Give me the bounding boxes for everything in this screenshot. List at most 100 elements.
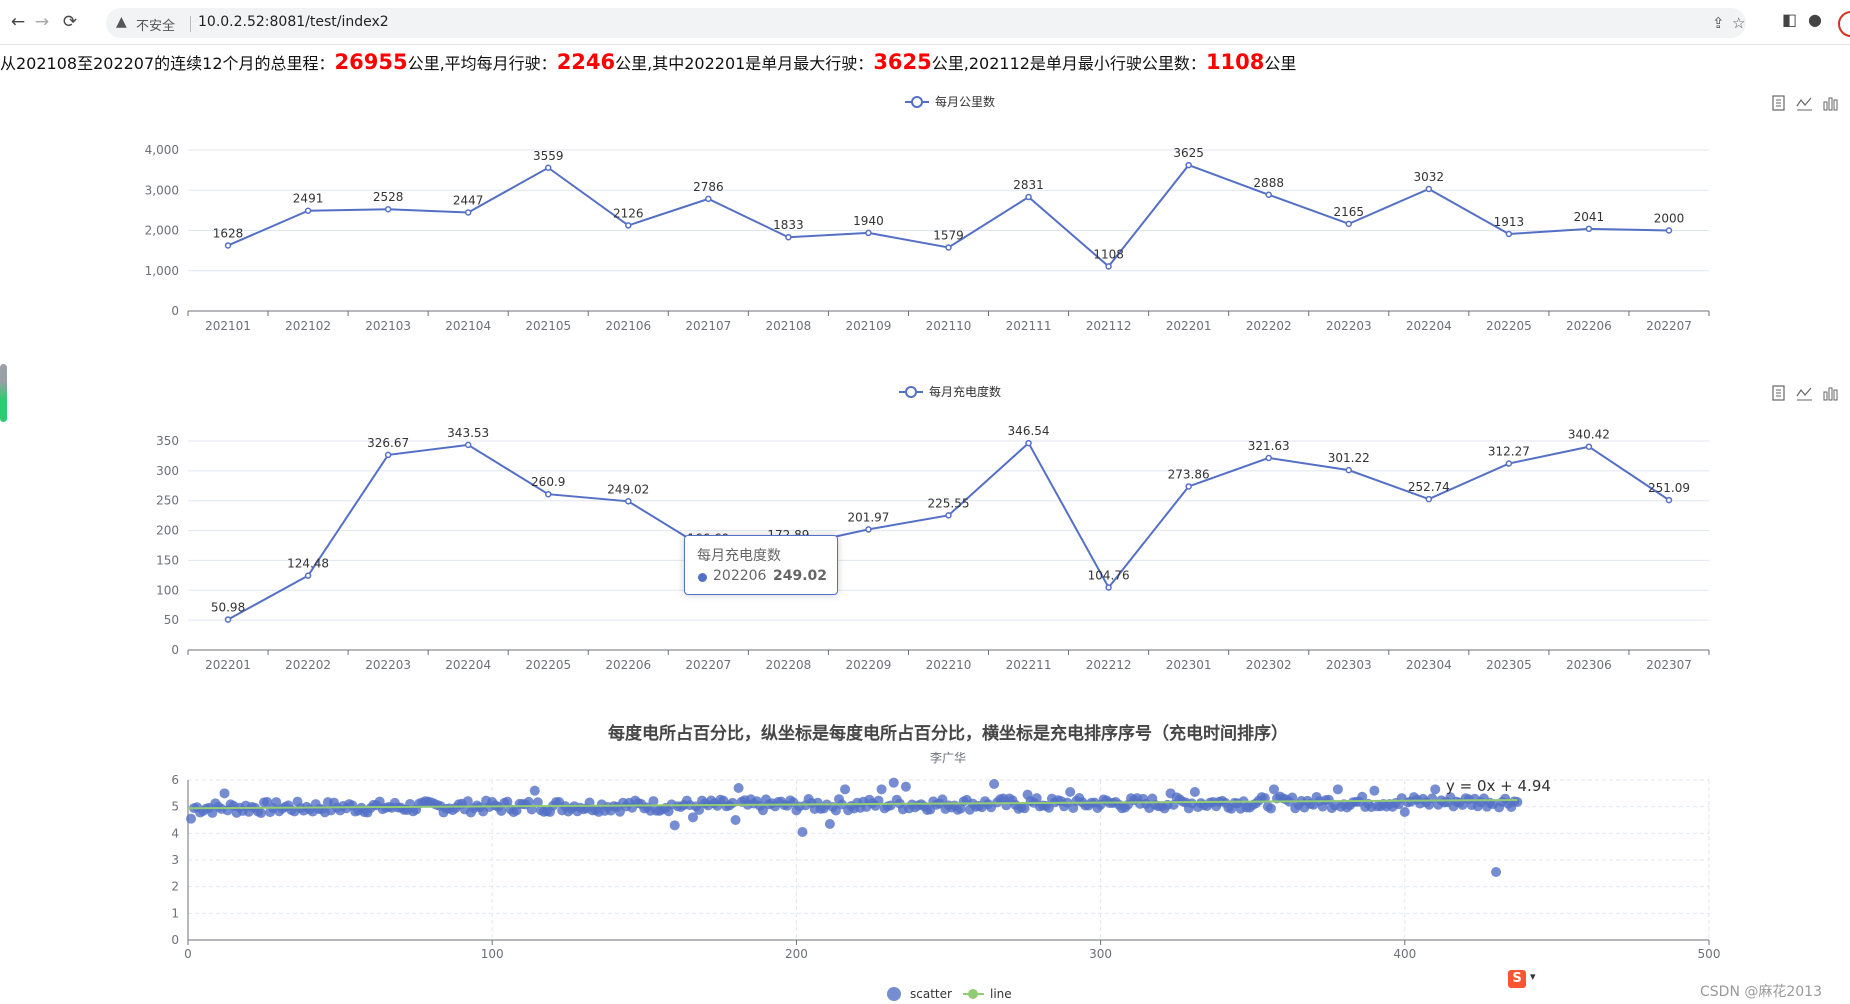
data-label: 225.55: [928, 496, 970, 510]
data-point: [1665, 227, 1673, 234]
tooltip-title: 每月充电度数: [697, 548, 781, 564]
x-tick-label: 202104: [445, 319, 491, 333]
browser-toolbar: ← → ⟳ ▲ 不安全 10.0.2.52:8081/test/index2 ⇪…: [0, 0, 1850, 45]
data-label: 2831: [1013, 178, 1044, 192]
data-point: [865, 526, 872, 533]
legend-label: line: [990, 987, 1012, 1001]
legend-item[interactable]: 每月公里数: [905, 94, 995, 109]
warning-icon[interactable]: ▲: [116, 14, 127, 30]
monthly-charge-chart[interactable]: 每月充电度数 0 50 100 150 200 250 300 350 202201 202202 2…: [0, 372, 1850, 672]
summary-text: 公里: [1264, 54, 1297, 73]
y-tick-label: 350: [156, 434, 179, 448]
equation-label: y = 0x + 4.94: [1446, 777, 1551, 795]
red-circle-icon[interactable]: [1838, 11, 1850, 37]
x-tick-label: 202205: [525, 658, 571, 672]
data-point: [544, 164, 552, 172]
x-tick-label: 202303: [1326, 658, 1372, 672]
x-tick-label: 0: [184, 947, 192, 961]
scatter-point: [733, 783, 744, 793]
scatter-chart[interactable]: 每度电所占百分比，纵坐标是每度电所占百分比，横坐标是充电排序序号（充电时间排序）…: [0, 712, 1850, 1004]
scatter-point: [876, 784, 887, 795]
scatter-point: [730, 815, 741, 825]
x-tick-label: 202202: [285, 658, 331, 672]
data-label: 2000: [1654, 212, 1685, 226]
scatter-point: [888, 777, 899, 788]
y-tick-label: 5: [171, 800, 179, 814]
data-view-icon[interactable]: [1772, 385, 1785, 401]
line-switch-icon[interactable]: [1796, 97, 1812, 111]
x-tick-label: 202306: [1566, 658, 1612, 672]
scatter-point: [840, 784, 851, 795]
data-label: 326.67: [367, 436, 409, 450]
scatter-point: [1189, 787, 1200, 797]
x-tick-label: 202304: [1406, 658, 1452, 672]
data-point: [1105, 263, 1112, 270]
scatter-point: [529, 785, 540, 796]
legend-item-line[interactable]: line: [963, 987, 1012, 1001]
data-point: [1185, 161, 1192, 169]
x-tick-label: 100: [481, 947, 504, 961]
reload-icon[interactable]: ⟳: [58, 10, 82, 34]
data-view-icon[interactable]: [1772, 95, 1785, 111]
data-label: 1628: [213, 226, 244, 240]
x-tick-label: 202206: [605, 658, 651, 672]
line-switch-icon[interactable]: [1796, 387, 1812, 401]
profile-icon[interactable]: ●: [1808, 10, 1822, 29]
legend-item[interactable]: 每月充电度数: [899, 384, 1001, 399]
data-point: [1505, 230, 1513, 238]
data-label: 1833: [773, 218, 804, 232]
x-tick-label: 202208: [765, 658, 811, 672]
legend-marker: [887, 987, 901, 1001]
data-label: 249.02: [607, 482, 649, 496]
x-tick-label: 202108: [765, 319, 811, 333]
watermark: CSDN @麻花2013: [1700, 984, 1822, 1000]
data-label: 273.86: [1168, 467, 1210, 481]
scatter-point: [256, 808, 267, 819]
not-secure-label[interactable]: 不安全: [136, 15, 175, 34]
data-label: 124.48: [287, 557, 329, 571]
min-mileage: 1108: [1205, 50, 1265, 74]
x-tick-label: 202111: [1006, 319, 1052, 333]
scatter-point: [1512, 797, 1523, 808]
y-tick-label: 6: [171, 773, 179, 787]
tooltip-marker: [698, 573, 707, 582]
bar-switch-icon[interactable]: [1823, 97, 1838, 111]
data-point: [625, 222, 632, 229]
y-tick-label: 0: [171, 643, 179, 657]
x-tick-label: 202103: [365, 319, 411, 333]
legend-item-scatter[interactable]: scatter: [887, 987, 952, 1001]
data-point: [464, 209, 472, 216]
y-tick-label: 0: [171, 304, 179, 318]
side-panel-icon[interactable]: ◧: [1782, 10, 1797, 29]
url-text[interactable]: 10.0.2.52:8081/test/index2: [198, 14, 389, 30]
data-label: 2165: [1333, 205, 1364, 219]
chart-tooltip: 每月充电度数 202206 249.02: [684, 535, 838, 595]
csdn-logo-icon[interactable]: S: [1508, 970, 1526, 988]
legend-marker: [968, 989, 978, 999]
data-point: [1025, 439, 1032, 447]
x-tick-label: 400: [1393, 947, 1416, 961]
bar-switch-icon[interactable]: [1823, 387, 1838, 401]
data-point: [1585, 225, 1593, 233]
forward-arrow-icon[interactable]: →: [30, 10, 54, 34]
address-bar[interactable]: ▲ 不安全 10.0.2.52:8081/test/index2 ⇪ ☆: [106, 8, 1746, 38]
data-point: [1345, 466, 1353, 474]
summary-text: 公里,平均每月行驶：: [407, 54, 557, 73]
y-tick-label: 200: [156, 524, 179, 538]
data-label: 3559: [533, 149, 564, 163]
data-point: [1105, 584, 1112, 591]
x-tick-label: 202201: [205, 658, 251, 672]
bookmark-star-icon[interactable]: ☆: [1732, 14, 1745, 32]
data-point: [1665, 496, 1673, 504]
data-label: 1913: [1494, 215, 1525, 229]
legend-label: scatter: [910, 987, 952, 1001]
back-arrow-icon[interactable]: ←: [6, 10, 30, 34]
data-label: 1108: [1093, 247, 1124, 261]
x-tick-label: 500: [1698, 947, 1721, 961]
x-tick-label: 202101: [205, 319, 251, 333]
monthly-km-chart[interactable]: 每月公里数 0 1,000 2,000 3,000 4,000 202101 202102 20…: [0, 82, 1850, 342]
data-label: 2528: [373, 190, 404, 204]
y-tick-label: 50: [164, 613, 179, 627]
chevron-down-icon[interactable]: ▾: [1530, 970, 1536, 983]
share-icon[interactable]: ⇪: [1712, 14, 1725, 32]
